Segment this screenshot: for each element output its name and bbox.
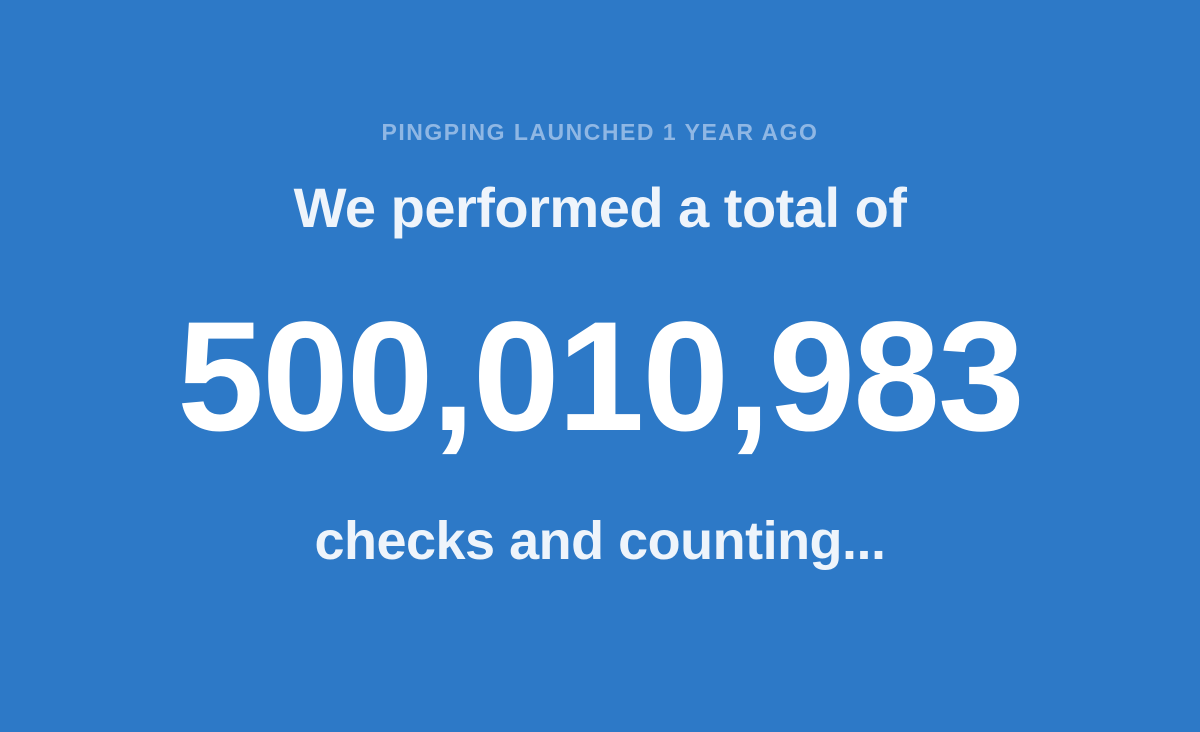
subline: checks and counting... [314,511,886,571]
checks-counter: 500,010,983 [177,290,1025,464]
launch-eyebrow: PINGPING LAUNCHED 1 YEAR AGO [381,119,819,145]
headline: We performed a total of [293,176,907,239]
announcement-banner: PINGPING LAUNCHED 1 YEAR AGO We performe… [0,0,1200,732]
